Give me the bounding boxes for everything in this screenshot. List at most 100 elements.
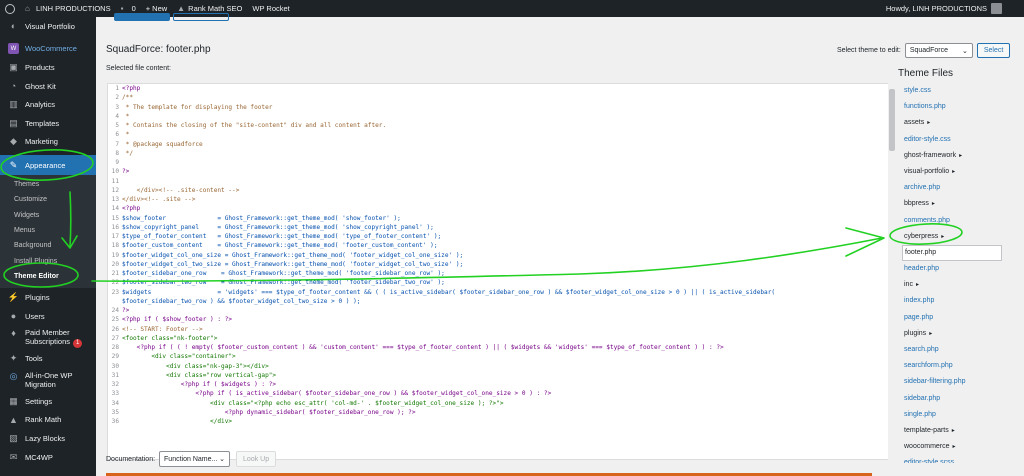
look-up-button[interactable]: Look Up: [236, 451, 277, 467]
theme-folder-item[interactable]: woocommerce ▸: [902, 439, 1012, 455]
theme-folder-item[interactable]: ghost-framework ▸: [902, 148, 1012, 164]
theme-file-item[interactable]: footer.php: [902, 244, 1002, 262]
code-line[interactable]: 18 $footer_custom_content = Ghost_Framewo…: [108, 241, 889, 250]
theme-file-item[interactable]: comments.php: [902, 213, 1012, 229]
theme-file-item[interactable]: archive.php: [902, 180, 1012, 196]
submenu-menus[interactable]: Menus: [0, 223, 96, 238]
submenu-customize[interactable]: Customize: [0, 192, 96, 207]
submenu-install-plugins[interactable]: Install Plugins: [0, 254, 96, 269]
sidebar-item-plugins[interactable]: ⚡ Plugins: [0, 288, 96, 307]
theme-select[interactable]: SquadForce ⌄: [904, 43, 973, 58]
theme-file-item[interactable]: sidebar.php: [902, 391, 1012, 407]
theme-file-item[interactable]: sidebar-filtering.php: [902, 374, 1012, 390]
code-line[interactable]: 33 <?php if ( is_active_sidebar( $footer…: [108, 389, 889, 398]
sidebar-item-rank-math[interactable]: ▲ Rank Math: [0, 411, 96, 430]
code-line[interactable]: 27 <footer class="nk-footer">: [108, 334, 889, 343]
theme-folder-item[interactable]: template-parts ▸: [902, 423, 1012, 439]
code-line[interactable]: 6 *: [108, 130, 889, 139]
sidebar-item-templates[interactable]: ▤ Templates: [0, 114, 96, 133]
theme-file-item[interactable]: single.php: [902, 407, 1012, 423]
code-line[interactable]: 2/**: [108, 93, 889, 102]
sidebar-item-mc4wp[interactable]: ✉ MC4WP: [0, 448, 96, 467]
code-line[interactable]: 15 $show_footer = Ghost_Framework::get_th…: [108, 214, 889, 223]
code-line[interactable]: 14 <?php: [108, 204, 889, 213]
code-line[interactable]: 31 <div class="row vertical-gap">: [108, 371, 889, 380]
code-line[interactable]: 3 * The template for displaying the foot…: [108, 103, 889, 112]
code-line[interactable]: 1 <?php: [108, 84, 889, 93]
select-theme-button[interactable]: Select: [976, 43, 1011, 58]
wp-rocket-link[interactable]: WP Rocket: [247, 0, 294, 17]
code-line[interactable]: 29 <div class="container">: [108, 352, 889, 361]
theme-file-item[interactable]: page.php: [902, 310, 1012, 326]
sidebar-item-appearance[interactable]: ✎ Appearance: [0, 155, 96, 176]
code-line[interactable]: 23 $widgets = 'widgets' === $type_of_foot…: [108, 288, 889, 297]
sidebar-item-label: Marketing: [25, 137, 58, 147]
code-line[interactable]: 13 </div><!-- .site -->: [108, 195, 889, 204]
code-line[interactable]: 22 $footer_sidebar_two_row = Ghost_Framew…: [108, 278, 889, 287]
code-line[interactable]: 9: [108, 158, 889, 167]
code-line[interactable]: 10 ?>: [108, 167, 889, 176]
theme-files-scrollbar[interactable]: [1014, 83, 1022, 463]
sidebar-item-visual-portfolio[interactable]: ◐ Visual Portfolio: [0, 17, 96, 36]
submenu-widgets[interactable]: Widgets: [0, 208, 96, 223]
code-line[interactable]: 25 <?php if ( $show_footer ) : ?>: [108, 315, 889, 324]
sidebar-item-analytics[interactable]: ▥ Analytics: [0, 95, 96, 114]
code-line[interactable]: 36 </div>: [108, 417, 889, 426]
theme-file-item[interactable]: header.php: [902, 261, 1012, 277]
theme-file-item[interactable]: functions.php: [902, 99, 1012, 115]
sidebar-item-paid-member-subscriptions[interactable]: ♦ Paid Member Subscriptions 1: [0, 325, 96, 349]
code-line[interactable]: 12 </div><!-- .site-content -->: [108, 186, 889, 195]
code-line[interactable]: 24 ?>: [108, 306, 889, 315]
code-line[interactable]: 4 *: [108, 112, 889, 121]
sidebar-item-settings[interactable]: ▦ Settings: [0, 392, 96, 411]
function-name-select[interactable]: Function Name... ⌄: [159, 451, 231, 467]
theme-file-item[interactable]: index.php: [902, 293, 1012, 309]
code-line[interactable]: 35 <?php dynamic_sidebar( $footer_sideba…: [108, 408, 889, 417]
theme-file-item[interactable]: search.php: [902, 342, 1012, 358]
code-editor[interactable]: 1 <?php 2/** 3 * The template for displayin…: [107, 83, 890, 460]
editor-scrollbar[interactable]: [888, 83, 896, 460]
partial-button-primary[interactable]: [114, 13, 170, 21]
partial-button-secondary[interactable]: [173, 13, 229, 21]
code-line[interactable]: 5 * Contains the closing of the "site-co…: [108, 121, 889, 130]
code-line[interactable]: 30 <div class="nk-gap-3"></div>: [108, 362, 889, 371]
submenu-theme-editor[interactable]: Theme Editor: [0, 269, 96, 284]
theme-folder-item[interactable]: assets ▸: [902, 115, 1012, 131]
sidebar-item-woocommerce[interactable]: W WooCommerce: [0, 40, 96, 59]
theme-file-item[interactable]: searchform.php: [902, 358, 1012, 374]
code-line[interactable]: 32 <?php if ( $widgets ) : ?>: [108, 380, 889, 389]
code-line[interactable]: 21 $footer_sidebar_one_row = Ghost_Framew…: [108, 269, 889, 278]
code-line[interactable]: 7 * @package squadforce: [108, 140, 889, 149]
theme-folder-item[interactable]: visual-portfolio ▸: [902, 164, 1012, 180]
theme-folder-item[interactable]: bbpress ▸: [902, 196, 1012, 212]
wordpress-logo-button[interactable]: [0, 0, 20, 17]
code-line[interactable]: 20 $footer_widget_col_two_size = Ghost_Fr…: [108, 260, 889, 269]
sidebar-item-all-in-one-wp-migration[interactable]: ◎ All-in-One WP Migration: [0, 368, 96, 392]
theme-file-item[interactable]: style.css: [902, 83, 1012, 99]
sidebar-item-users[interactable]: ● Users: [0, 307, 96, 326]
theme-file-item[interactable]: editor-style.css: [902, 132, 1012, 148]
code-line[interactable]: 11: [108, 177, 889, 186]
editor-scrollbar-thumb[interactable]: [889, 89, 895, 151]
sidebar-item-lazy-blocks[interactable]: ▧ Lazy Blocks: [0, 429, 96, 448]
code-line[interactable]: 34 <div class="<?php echo esc_attr( 'col…: [108, 399, 889, 408]
code-line[interactable]: 17 $type_of_footer_content = Ghost_Framew…: [108, 232, 889, 241]
code-line[interactable]: 19 $footer_widget_col_one_size = Ghost_Fr…: [108, 251, 889, 260]
theme-file-item[interactable]: editor-style.scss: [902, 455, 1012, 463]
code-line[interactable]: $footer_sidebar_two_row ) && $footer_wid…: [108, 297, 889, 306]
theme-folder-item[interactable]: plugins ▸: [902, 326, 1012, 342]
sidebar-item-marketing[interactable]: ◆ Marketing: [0, 133, 96, 152]
code-line[interactable]: 8 */: [108, 149, 889, 158]
site-name-link[interactable]: ⌂ LINH PRODUCTIONS: [20, 0, 116, 17]
theme-folder-item[interactable]: inc ▸: [902, 277, 1012, 293]
theme-folder-item[interactable]: cyberpress ▸: [902, 229, 1012, 245]
submenu-background[interactable]: Background: [0, 238, 96, 253]
code-line[interactable]: 26 <!-- START: Footer -->: [108, 325, 889, 334]
submenu-themes[interactable]: Themes: [0, 177, 96, 192]
account-menu[interactable]: Howdy, LINH PRODUCTIONS: [881, 0, 1024, 17]
sidebar-item-ghost-kit[interactable]: ◔ Ghost Kit: [0, 77, 96, 96]
code-line[interactable]: 28 <?php if ( ( ! empty( $footer_custom_…: [108, 343, 889, 352]
sidebar-item-tools[interactable]: ✦ Tools: [0, 349, 96, 368]
sidebar-item-products[interactable]: ▣ Products: [0, 58, 96, 77]
code-line[interactable]: 16 $show_copyright_panel = Ghost_Framewor…: [108, 223, 889, 232]
